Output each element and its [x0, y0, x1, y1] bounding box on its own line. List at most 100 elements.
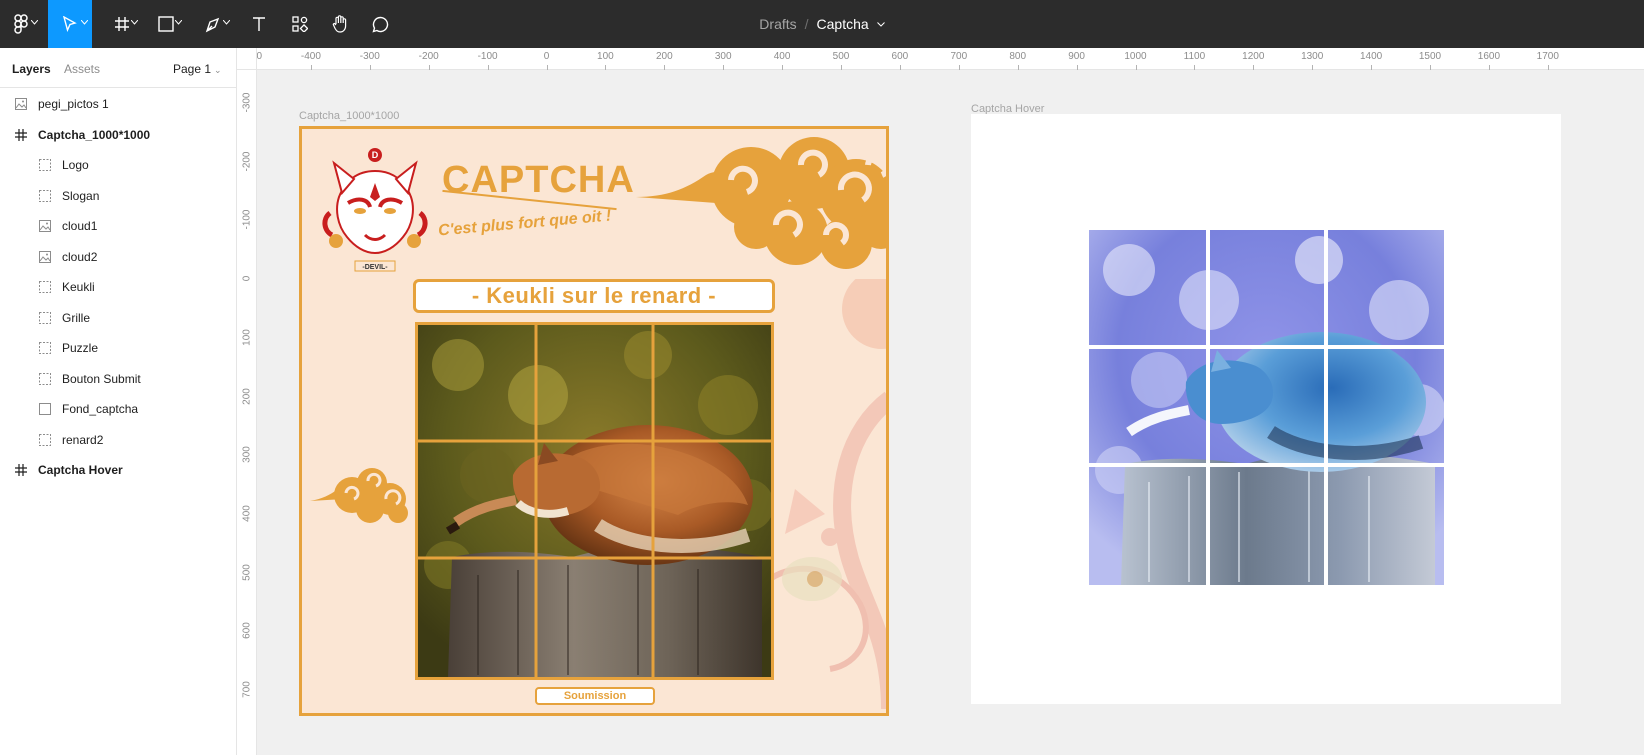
layer-item[interactable]: Keukli: [0, 271, 236, 303]
ruler-label: 800: [1009, 51, 1027, 62]
figma-logo-icon: [14, 14, 28, 34]
chevron-down-icon: [31, 20, 38, 25]
tab-assets[interactable]: Assets: [64, 62, 100, 76]
frame-icon: [14, 463, 28, 477]
frame-tool-button[interactable]: [102, 0, 142, 48]
layer-item[interactable]: Logo: [0, 149, 236, 181]
ruler-tick: [899, 65, 901, 70]
layer-name: cloud1: [62, 219, 98, 233]
frame-icon: [115, 17, 129, 31]
ruler-tick: [1194, 65, 1196, 70]
move-tool-button[interactable]: [48, 0, 92, 48]
text-tool-button[interactable]: [242, 0, 276, 48]
ruler-label: 1200: [1242, 51, 1265, 62]
hand-icon: [332, 15, 347, 33]
image-icon: [38, 219, 52, 233]
inverted-fox-puzzle[interactable]: [1089, 230, 1444, 585]
tab-layers[interactable]: Layers: [12, 62, 51, 76]
layer-item[interactable]: Bouton Submit: [0, 363, 236, 395]
pen-tool-button[interactable]: [192, 0, 234, 48]
comment-tool-button[interactable]: [362, 0, 398, 48]
layer-item[interactable]: Captcha_1000*1000: [0, 119, 236, 151]
ruler-tick: [1371, 65, 1373, 70]
image-icon: [14, 97, 28, 111]
captcha-frame[interactable]: D -DEVIL- CAPTCHA C'est plus fort que oi…: [299, 126, 889, 716]
puzzle-grid-lines: [418, 325, 771, 677]
ruler-tick: [1017, 65, 1019, 70]
layer-name: Puzzle: [62, 341, 99, 355]
group-icon: [38, 189, 52, 203]
chevron-down-icon[interactable]: [876, 21, 885, 27]
layer-name: Keukli: [62, 280, 95, 294]
layer-item[interactable]: Slogan: [0, 180, 236, 212]
group-icon: [38, 372, 52, 386]
logo-caption: -DEVIL-: [362, 264, 388, 271]
layer-item[interactable]: Grille: [0, 302, 236, 334]
ruler-tick: [605, 65, 607, 70]
layer-name: Captcha Hover: [38, 463, 123, 477]
ruler-label: 1500: [1418, 51, 1442, 62]
hand-tool-button[interactable]: [322, 0, 358, 48]
canvas[interactable]: -500-400-300-200-10001002003004005006007…: [237, 48, 1644, 755]
ruler-tick: [1253, 65, 1255, 70]
ruler-vertical: -300 -200 -100 0 100 200 300 400 500 600 700: [237, 48, 257, 755]
fox-puzzle-grid[interactable]: [415, 322, 774, 680]
frame-label-captcha[interactable]: Captcha_1000*1000: [299, 110, 399, 122]
layer-name: Grille: [62, 310, 91, 325]
breadcrumb-drafts[interactable]: Drafts: [759, 16, 796, 32]
frame-icon: [14, 128, 28, 142]
layer-item[interactable]: Captcha Hover: [0, 454, 236, 486]
ruler-label: 0: [543, 51, 550, 62]
layer-name: cloud2: [62, 249, 98, 264]
ruler-label: -100: [241, 209, 253, 230]
layer-item[interactable]: cloud2: [0, 241, 236, 273]
page-selector[interactable]: Page 1 ⌄: [173, 62, 222, 76]
ruler-tick: [958, 65, 960, 70]
ruler-label: 100: [597, 51, 614, 62]
logo-badge-letter: D: [372, 150, 379, 160]
ruler-label: 1100: [1183, 51, 1206, 62]
ruler-label: 100: [241, 328, 253, 346]
breadcrumb-separator: /: [804, 16, 809, 32]
ruler-label: 1400: [1359, 51, 1383, 62]
ruler-horizontal: -500-400-300-200-10001002003004005006007…: [237, 48, 1644, 70]
layer-item[interactable]: cloud1: [0, 210, 236, 242]
chevron-down-icon: [223, 20, 230, 25]
ruler-tick: [1488, 65, 1490, 70]
resources-button[interactable]: [282, 0, 318, 48]
layer-item[interactable]: Puzzle: [0, 332, 236, 364]
captcha-slogan: C'est plus fort que oit !: [437, 207, 612, 240]
ruler-tick: [1135, 65, 1137, 70]
ruler-tick: [369, 65, 371, 70]
ruler-tick: [310, 65, 312, 70]
layer-item[interactable]: pegi_pictos 1: [0, 88, 236, 120]
file-name[interactable]: Captcha: [817, 16, 869, 32]
captcha-hover-frame[interactable]: [971, 114, 1561, 704]
ruler-label: -200: [241, 151, 253, 172]
captcha-title: CAPTCHA: [442, 159, 635, 201]
comment-icon: [371, 16, 388, 33]
cloud2-image: [310, 468, 408, 523]
ruler-label: 700: [241, 681, 253, 698]
layer-item[interactable]: Fond_captcha: [0, 393, 236, 425]
ruler-label: -300: [241, 92, 253, 113]
ruler-tick: [1312, 65, 1314, 70]
shape-tool-button[interactable]: [146, 0, 186, 48]
layer-item[interactable]: renard2: [0, 424, 236, 456]
ruler-label: 1700: [1536, 51, 1559, 62]
group-icon: [38, 280, 52, 294]
keukli-banner: - Keukli sur le renard -: [413, 279, 775, 313]
main-menu-button[interactable]: [0, 0, 42, 48]
image-icon: [38, 250, 52, 264]
ruler-tick: [664, 65, 666, 70]
submit-button[interactable]: Soumission: [535, 687, 655, 705]
ruler-tick: [1430, 65, 1431, 70]
ruler-tick: [546, 65, 548, 70]
ruler-label: 600: [241, 622, 253, 640]
ruler-label: 1000: [1124, 51, 1147, 62]
chevron-down-icon: ⌄: [214, 65, 222, 75]
inverted-fox-photo: [1089, 230, 1444, 585]
ruler-label: 0: [241, 275, 253, 282]
ruler-tick: [428, 65, 430, 70]
ruler-tick: [723, 65, 725, 70]
